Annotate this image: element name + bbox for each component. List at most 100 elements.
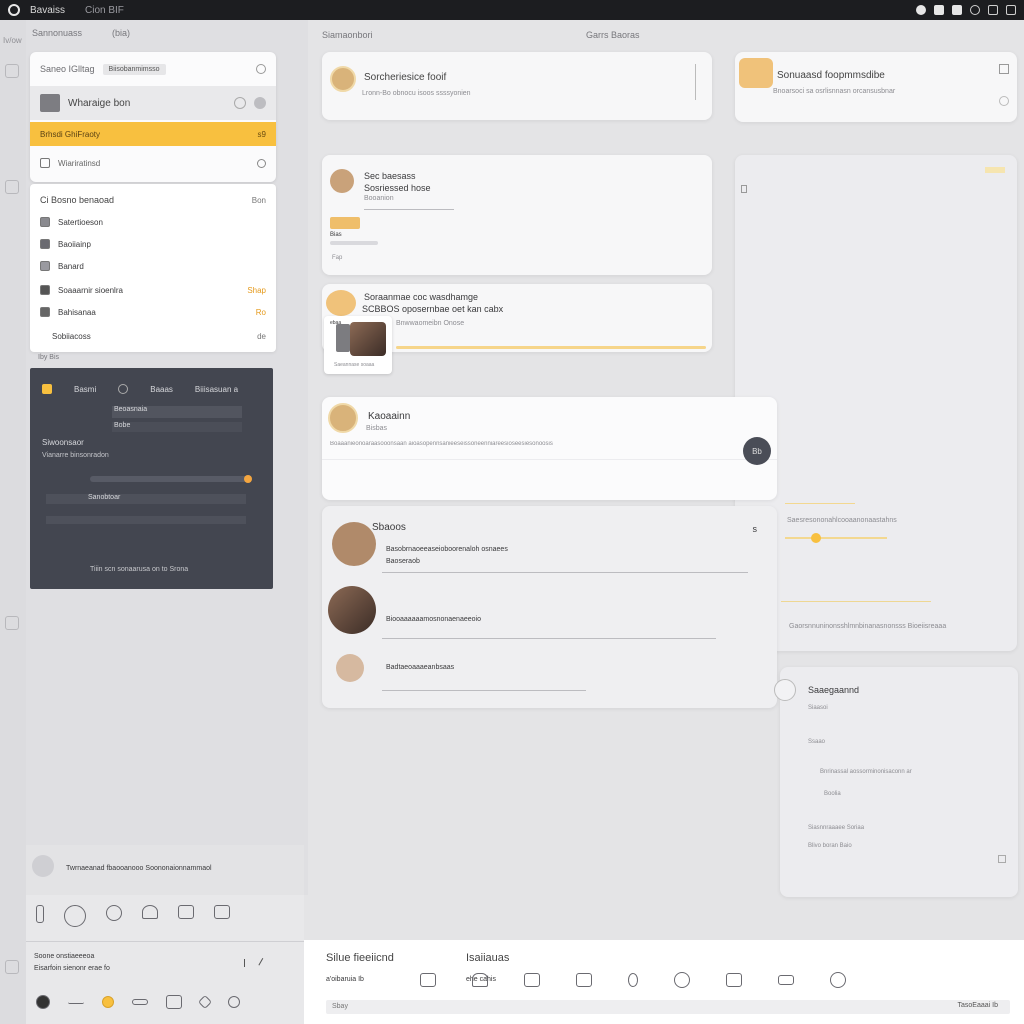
list-item[interactable]: Satertioeson <box>30 214 276 230</box>
badge-icon[interactable] <box>102 996 114 1008</box>
slider-label: Saesresononahlcooaanonaastahns <box>787 517 897 524</box>
right-slider-track[interactable] <box>785 533 887 543</box>
info-icon[interactable] <box>234 97 246 109</box>
right-panel-tag <box>985 167 1005 173</box>
card-3[interactable]: Sec baesass Sosriessed hose Booanion Bia… <box>322 155 712 275</box>
photo-popup[interactable]: ebaa Saeannase soaaa <box>324 316 392 374</box>
list-item[interactable]: Soaaarnir sioenlra Shap <box>30 282 276 298</box>
list-item[interactable]: Banard <box>30 258 276 274</box>
notice-action-button[interactable]: Bb <box>743 437 771 465</box>
notice-title: Kaoaainn <box>368 411 411 422</box>
tab-1[interactable]: Basmi <box>74 385 96 394</box>
more-icon[interactable] <box>254 97 266 109</box>
bell-icon[interactable] <box>142 905 158 919</box>
list-item[interactable]: Bahisanaa Ro <box>30 304 276 320</box>
play-icon[interactable] <box>36 995 50 1009</box>
settings-expand-icon[interactable] <box>998 855 1006 863</box>
list-item-right: Shap <box>247 285 266 295</box>
chat-close-button[interactable]: s <box>753 524 758 534</box>
notice-body: Boaaanieonoaraasooonsaan aioasopennsanie… <box>330 441 553 447</box>
home-icon[interactable] <box>5 64 19 78</box>
cards-icon[interactable] <box>778 975 794 985</box>
chat-divider <box>382 572 748 573</box>
figure-icon[interactable] <box>36 905 44 923</box>
box-icon[interactable] <box>166 995 182 1009</box>
close-icon[interactable] <box>256 64 266 74</box>
settings-avatar <box>774 679 796 701</box>
clock-2-icon[interactable] <box>674 972 690 988</box>
edit-icon[interactable] <box>244 959 250 967</box>
calendar-icon[interactable] <box>178 905 194 919</box>
bottom-left-icons <box>36 994 240 1010</box>
card-3-avatar <box>330 169 354 193</box>
card-2-title: Sonuaasd foopmmsdibe <box>777 70 885 81</box>
list-header: Ci Bosno benaoad Bon <box>30 192 276 208</box>
profile-row[interactable]: Wharaige bon <box>30 86 276 120</box>
mail-icon[interactable] <box>214 905 230 919</box>
card-1[interactable]: Sorcheriesice fooif Lronn-Bo obnocu isoo… <box>322 52 712 120</box>
row-2[interactable]: Sanobtoar <box>46 494 246 504</box>
app-title: Bavaiss <box>30 4 66 16</box>
tab-2[interactable]: Baaas <box>150 385 173 394</box>
bottle-icon[interactable] <box>628 973 638 987</box>
card-3-meta: Booanion <box>364 195 394 202</box>
notification-icon[interactable] <box>934 5 944 15</box>
title-bar: Bavaiss Cion BIF <box>0 0 1024 20</box>
rail-label: Iv/ow <box>3 36 22 45</box>
diamond-icon[interactable] <box>197 994 213 1010</box>
basket-icon[interactable] <box>524 973 540 987</box>
settings-icon[interactable] <box>952 5 962 15</box>
highlight-item[interactable]: Brhsdi GhiFraoty s9 <box>30 122 276 146</box>
tab-3[interactable]: Biiisasuan a <box>195 385 238 394</box>
help-icon[interactable] <box>5 616 19 630</box>
bar-icon[interactable] <box>132 999 148 1005</box>
card-4-meta: Bnwwaomeibn Onose <box>396 320 465 327</box>
basket-2-icon[interactable] <box>830 972 846 988</box>
notice-card[interactable]: Kaoaainn Bisbas Boaaanieonoaraasooonsaan… <box>322 397 777 500</box>
toolbar-footer-right: TasoEaaai Ib <box>957 1002 998 1009</box>
radio-icon[interactable] <box>257 158 266 168</box>
trend-icon[interactable] <box>68 1000 84 1004</box>
settings-dot-icon[interactable] <box>228 996 240 1008</box>
grid-icon[interactable] <box>988 5 998 15</box>
user-icon[interactable] <box>970 5 980 15</box>
card-3-foot: Fap <box>332 255 343 261</box>
slider-knob[interactable] <box>244 475 252 483</box>
row-3[interactable] <box>46 516 246 524</box>
field-2[interactable]: Bobe <box>112 422 242 432</box>
folder-icon[interactable] <box>5 180 19 194</box>
tab-icon <box>118 384 129 394</box>
toolbar-search-input[interactable]: Sbay <box>326 1000 1010 1014</box>
settings-rail-icon[interactable] <box>5 960 19 974</box>
box-2-icon[interactable] <box>576 973 592 987</box>
printer-icon[interactable] <box>726 973 742 987</box>
list-item-label: Baoiiainp <box>58 239 91 249</box>
cart-icon[interactable] <box>420 973 436 987</box>
coin-icon[interactable] <box>106 905 122 921</box>
search-chip[interactable]: Biisobanmimsso <box>102 63 166 75</box>
list-title: Ci Bosno benaoad <box>40 195 115 205</box>
search-label: Saneo IGlltag <box>40 64 95 74</box>
chat-divider <box>382 638 716 639</box>
globe-icon[interactable] <box>64 905 86 927</box>
right-slider-knob[interactable] <box>811 533 821 543</box>
settings-line: Bnrinassal aossorminonisaconn ar <box>820 769 912 775</box>
menu-item[interactable]: Wiariratinsd <box>30 152 276 174</box>
slider-track[interactable] <box>90 475 252 483</box>
toolbar-sub-label: a'oibaruia Ib <box>326 976 364 983</box>
card-2[interactable]: Sonuaasd foopmmsdibe Bnoarsoci sa osrlis… <box>735 52 1017 122</box>
list-item[interactable]: Sobiiacoss de <box>30 328 276 344</box>
list-item[interactable]: Baoiiainp <box>30 236 276 252</box>
tab-indicator-icon <box>42 384 52 394</box>
expand-icon[interactable] <box>999 64 1009 74</box>
pen-icon[interactable] <box>258 958 268 968</box>
photo-bottle <box>336 324 350 352</box>
left-panel-header: Sannonuass (bia) <box>32 28 130 38</box>
menu-icon[interactable] <box>1006 5 1016 15</box>
field-1[interactable]: Beoasnaia <box>112 406 242 418</box>
wifi-icon[interactable] <box>916 5 926 15</box>
bag-icon[interactable] <box>472 973 488 987</box>
card-2-sub: Bnoarsoci sa osrlisnnasn orcansusbnar <box>773 88 896 95</box>
chat-item-line: Badtaeoaaaeanbsaas <box>386 664 455 671</box>
list-item-label: Bahisanaa <box>58 307 96 317</box>
